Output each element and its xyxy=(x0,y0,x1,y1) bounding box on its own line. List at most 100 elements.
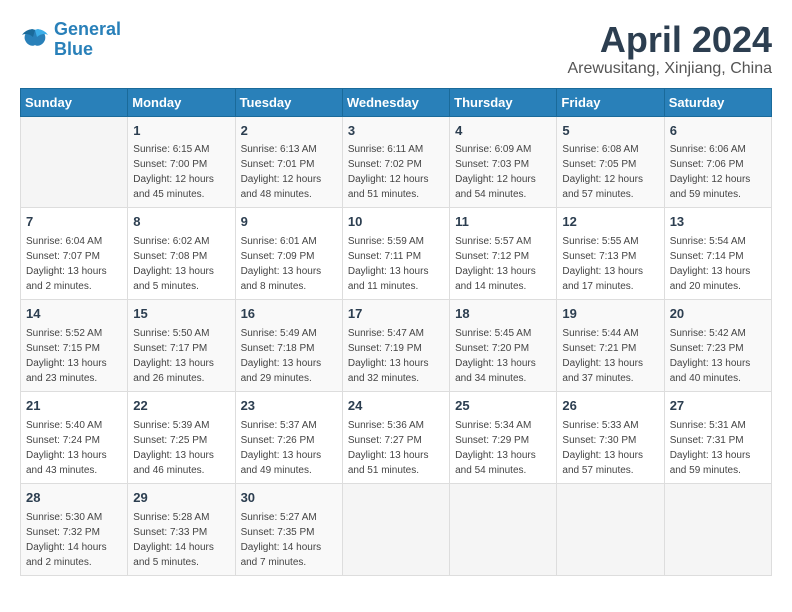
day-cell xyxy=(664,483,771,575)
day-info: Sunrise: 5:34 AM Sunset: 7:29 PM Dayligh… xyxy=(455,418,551,478)
day-cell: 2Sunrise: 6:13 AM Sunset: 7:01 PM Daylig… xyxy=(235,116,342,208)
calendar-table: SundayMondayTuesdayWednesdayThursdayFrid… xyxy=(20,88,772,576)
day-number: 28 xyxy=(26,489,122,508)
day-number: 23 xyxy=(241,397,337,416)
day-info: Sunrise: 6:09 AM Sunset: 7:03 PM Dayligh… xyxy=(455,142,551,202)
day-info: Sunrise: 6:08 AM Sunset: 7:05 PM Dayligh… xyxy=(562,142,658,202)
day-info: Sunrise: 5:31 AM Sunset: 7:31 PM Dayligh… xyxy=(670,418,766,478)
day-info: Sunrise: 5:40 AM Sunset: 7:24 PM Dayligh… xyxy=(26,418,122,478)
day-cell xyxy=(21,116,128,208)
day-info: Sunrise: 5:33 AM Sunset: 7:30 PM Dayligh… xyxy=(562,418,658,478)
day-info: Sunrise: 6:01 AM Sunset: 7:09 PM Dayligh… xyxy=(241,234,337,294)
day-cell xyxy=(557,483,664,575)
month-title: April 2024 xyxy=(567,20,772,60)
day-info: Sunrise: 6:11 AM Sunset: 7:02 PM Dayligh… xyxy=(348,142,444,202)
day-cell: 9Sunrise: 6:01 AM Sunset: 7:09 PM Daylig… xyxy=(235,208,342,300)
day-info: Sunrise: 5:42 AM Sunset: 7:23 PM Dayligh… xyxy=(670,326,766,386)
day-cell: 3Sunrise: 6:11 AM Sunset: 7:02 PM Daylig… xyxy=(342,116,449,208)
day-info: Sunrise: 5:47 AM Sunset: 7:19 PM Dayligh… xyxy=(348,326,444,386)
day-cell: 16 Sunrise: 5:49 AM Sunset: 7:18 PM Dayli… xyxy=(235,300,342,392)
day-cell: 5Sunrise: 6:08 AM Sunset: 7:05 PM Daylig… xyxy=(557,116,664,208)
day-cell xyxy=(342,483,449,575)
header-tuesday: Tuesday xyxy=(235,88,342,116)
day-cell: 23 Sunrise: 5:37 AM Sunset: 7:26 PM Dayli… xyxy=(235,392,342,484)
header-saturday: Saturday xyxy=(664,88,771,116)
day-cell: 10Sunrise: 5:59 AM Sunset: 7:11 PM Dayli… xyxy=(342,208,449,300)
day-number: 4 xyxy=(455,122,551,141)
day-number: 15 xyxy=(133,305,229,324)
day-number: 6 xyxy=(670,122,766,141)
day-number: 19 xyxy=(562,305,658,324)
header-wednesday: Wednesday xyxy=(342,88,449,116)
header-sunday: Sunday xyxy=(21,88,128,116)
header-monday: Monday xyxy=(128,88,235,116)
day-info: Sunrise: 5:52 AM Sunset: 7:15 PM Dayligh… xyxy=(26,326,122,386)
header-row: SundayMondayTuesdayWednesdayThursdayFrid… xyxy=(21,88,772,116)
header-friday: Friday xyxy=(557,88,664,116)
day-cell: 18Sunrise: 5:45 AM Sunset: 7:20 PM Dayli… xyxy=(450,300,557,392)
day-cell: 29 Sunrise: 5:28 AM Sunset: 7:33 PM Dayli… xyxy=(128,483,235,575)
day-cell: 27 Sunrise: 5:31 AM Sunset: 7:31 PM Dayli… xyxy=(664,392,771,484)
day-info: Sunrise: 6:06 AM Sunset: 7:06 PM Dayligh… xyxy=(670,142,766,202)
week-row-4: 21 Sunrise: 5:40 AM Sunset: 7:24 PM Dayli… xyxy=(21,392,772,484)
day-number: 14 xyxy=(26,305,122,324)
day-info: Sunrise: 5:54 AM Sunset: 7:14 PM Dayligh… xyxy=(670,234,766,294)
logo-icon xyxy=(20,25,50,55)
day-number: 20 xyxy=(670,305,766,324)
day-number: 30 xyxy=(241,489,337,508)
week-row-1: 1Sunrise: 6:15 AM Sunset: 7:00 PM Daylig… xyxy=(21,116,772,208)
week-row-2: 7Sunrise: 6:04 AM Sunset: 7:07 PM Daylig… xyxy=(21,208,772,300)
day-info: Sunrise: 5:55 AM Sunset: 7:13 PM Dayligh… xyxy=(562,234,658,294)
day-number: 2 xyxy=(241,122,337,141)
calendar-header: SundayMondayTuesdayWednesdayThursdayFrid… xyxy=(21,88,772,116)
page-header: General Blue April 2024 Arewusitang, Xin… xyxy=(20,20,772,78)
day-number: 29 xyxy=(133,489,229,508)
day-cell: 26 Sunrise: 5:33 AM Sunset: 7:30 PM Dayli… xyxy=(557,392,664,484)
day-info: Sunrise: 5:39 AM Sunset: 7:25 PM Dayligh… xyxy=(133,418,229,478)
day-info: Sunrise: 5:45 AM Sunset: 7:20 PM Dayligh… xyxy=(455,326,551,386)
day-number: 26 xyxy=(562,397,658,416)
day-info: Sunrise: 5:28 AM Sunset: 7:33 PM Dayligh… xyxy=(133,510,229,570)
day-info: Sunrise: 5:49 AM Sunset: 7:18 PM Dayligh… xyxy=(241,326,337,386)
day-cell: 17 Sunrise: 5:47 AM Sunset: 7:19 PM Dayli… xyxy=(342,300,449,392)
day-number: 7 xyxy=(26,213,122,232)
day-info: Sunrise: 6:13 AM Sunset: 7:01 PM Dayligh… xyxy=(241,142,337,202)
day-number: 5 xyxy=(562,122,658,141)
calendar-body: 1Sunrise: 6:15 AM Sunset: 7:00 PM Daylig… xyxy=(21,116,772,575)
day-number: 3 xyxy=(348,122,444,141)
day-info: Sunrise: 5:36 AM Sunset: 7:27 PM Dayligh… xyxy=(348,418,444,478)
day-number: 24 xyxy=(348,397,444,416)
day-cell xyxy=(450,483,557,575)
day-info: Sunrise: 5:57 AM Sunset: 7:12 PM Dayligh… xyxy=(455,234,551,294)
week-row-3: 14 Sunrise: 5:52 AM Sunset: 7:15 PM Dayli… xyxy=(21,300,772,392)
day-number: 21 xyxy=(26,397,122,416)
logo: General Blue xyxy=(20,20,121,60)
header-thursday: Thursday xyxy=(450,88,557,116)
day-cell: 12 Sunrise: 5:55 AM Sunset: 7:13 PM Dayli… xyxy=(557,208,664,300)
day-number: 13 xyxy=(670,213,766,232)
day-info: Sunrise: 5:50 AM Sunset: 7:17 PM Dayligh… xyxy=(133,326,229,386)
day-number: 17 xyxy=(348,305,444,324)
day-cell: 7Sunrise: 6:04 AM Sunset: 7:07 PM Daylig… xyxy=(21,208,128,300)
day-number: 22 xyxy=(133,397,229,416)
day-info: Sunrise: 5:30 AM Sunset: 7:32 PM Dayligh… xyxy=(26,510,122,570)
day-cell: 11Sunrise: 5:57 AM Sunset: 7:12 PM Dayli… xyxy=(450,208,557,300)
day-number: 16 xyxy=(241,305,337,324)
day-cell: 20 Sunrise: 5:42 AM Sunset: 7:23 PM Dayli… xyxy=(664,300,771,392)
day-info: Sunrise: 5:27 AM Sunset: 7:35 PM Dayligh… xyxy=(241,510,337,570)
day-cell: 14 Sunrise: 5:52 AM Sunset: 7:15 PM Dayli… xyxy=(21,300,128,392)
day-number: 1 xyxy=(133,122,229,141)
day-number: 12 xyxy=(562,213,658,232)
week-row-5: 28 Sunrise: 5:30 AM Sunset: 7:32 PM Dayli… xyxy=(21,483,772,575)
day-cell: 24 Sunrise: 5:36 AM Sunset: 7:27 PM Dayli… xyxy=(342,392,449,484)
day-info: Sunrise: 5:44 AM Sunset: 7:21 PM Dayligh… xyxy=(562,326,658,386)
day-number: 8 xyxy=(133,213,229,232)
day-info: Sunrise: 5:37 AM Sunset: 7:26 PM Dayligh… xyxy=(241,418,337,478)
day-cell: 19 Sunrise: 5:44 AM Sunset: 7:21 PM Dayli… xyxy=(557,300,664,392)
title-block: April 2024 Arewusitang, Xinjiang, China xyxy=(567,20,772,78)
logo-text: General Blue xyxy=(54,20,121,60)
day-number: 27 xyxy=(670,397,766,416)
day-info: Sunrise: 5:59 AM Sunset: 7:11 PM Dayligh… xyxy=(348,234,444,294)
day-cell: 4Sunrise: 6:09 AM Sunset: 7:03 PM Daylig… xyxy=(450,116,557,208)
day-cell: 15 Sunrise: 5:50 AM Sunset: 7:17 PM Dayli… xyxy=(128,300,235,392)
